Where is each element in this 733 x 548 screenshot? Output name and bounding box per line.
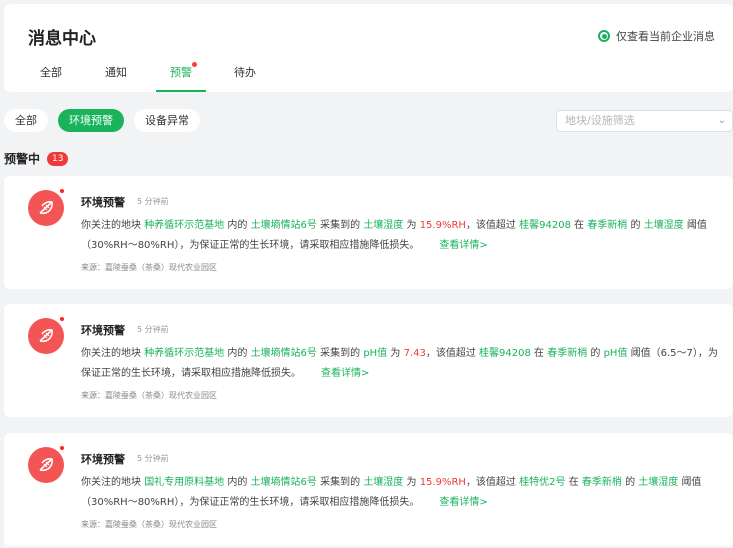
category-chips: 全部 环境预警 设备异常: [4, 109, 210, 132]
view-detail-link[interactable]: 查看详情>: [439, 240, 487, 251]
view-detail-link[interactable]: 查看详情>: [321, 368, 369, 379]
chevron-down-icon: ⌄: [717, 115, 726, 126]
radio-checked-icon[interactable]: [598, 30, 610, 42]
toggle-label: 仅查看当前企业消息: [616, 30, 715, 43]
leaf-alert-icon: [28, 445, 65, 483]
message-source: 来源：嘉陵蚕桑（茶桑）现代农业园区: [81, 263, 217, 272]
count-badge: 13: [47, 151, 69, 166]
section-label: 预警中: [4, 152, 41, 166]
unread-dot-icon: [59, 316, 65, 322]
page-title: 消息中心: [28, 29, 96, 49]
tab-all[interactable]: 全部: [40, 64, 62, 92]
message-card[interactable]: 环境预警 5 分钟前 你关注的地块 种养循环示范基地 内的 土壤墒情站6号 采集…: [4, 304, 733, 417]
message-source: 来源：嘉陵蚕桑（茶桑）现代农业园区: [81, 391, 217, 400]
view-detail-link[interactable]: 查看详情>: [439, 497, 487, 508]
tab-todo[interactable]: 待办: [234, 64, 256, 92]
message-source: 来源：嘉陵蚕桑（茶桑）现代农业园区: [81, 520, 217, 529]
unread-dot-icon: [59, 188, 65, 194]
message-body: 你关注的地块 种养循环示范基地 内的 土壤墒情站6号 采集到的 土壤湿度 为 1…: [81, 220, 707, 251]
message-card[interactable]: 环境预警 5 分钟前 你关注的地块 国礼专用原料基地 内的 土壤墒情站6号 采集…: [4, 433, 733, 546]
leaf-alert-icon: [28, 316, 65, 354]
message-body: 你关注的地块 种养循环示范基地 内的 土壤墒情站6号 采集到的 pH值 为 7.…: [81, 348, 718, 379]
unread-dot-icon: [192, 62, 197, 67]
message-title: 环境预警: [81, 196, 125, 209]
message-title: 环境预警: [81, 324, 125, 337]
section-header: 预警中 13: [4, 150, 69, 167]
header-card: 消息中心 仅查看当前企业消息 全部 通知 预警 待办: [4, 4, 733, 92]
chip-environment-warning[interactable]: 环境预警: [58, 109, 124, 132]
select-placeholder: 地块/设施筛选: [565, 114, 635, 127]
chip-device-abnormal[interactable]: 设备异常: [134, 109, 200, 132]
chip-all[interactable]: 全部: [4, 109, 48, 132]
message-title: 环境预警: [81, 453, 125, 466]
message-card[interactable]: 环境预警 5 分钟前 你关注的地块 种养循环示范基地 内的 土壤墒情站6号 采集…: [4, 176, 733, 289]
unread-dot-icon: [59, 445, 65, 451]
tab-bar: 全部 通知 预警 待办: [4, 62, 733, 92]
message-time: 5 分钟前: [137, 454, 169, 463]
message-time: 5 分钟前: [137, 325, 169, 334]
tab-notice[interactable]: 通知: [105, 64, 127, 92]
message-time: 5 分钟前: [137, 197, 169, 206]
message-body: 你关注的地块 国礼专用原料基地 内的 土壤墒情站6号 采集到的 土壤湿度 为 1…: [81, 477, 702, 508]
leaf-alert-icon: [28, 188, 65, 226]
tab-warning[interactable]: 预警: [156, 62, 206, 92]
plot-facility-select[interactable]: 地块/设施筛选 ⌄: [556, 110, 733, 132]
current-enterprise-toggle[interactable]: 仅查看当前企业消息: [598, 28, 715, 44]
